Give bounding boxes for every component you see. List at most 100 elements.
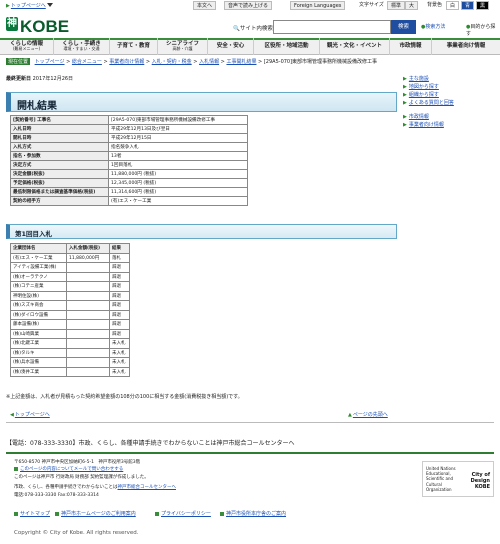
contact-link[interactable]: このページの内容についてメールで問い合わせする <box>14 466 123 472</box>
top-crumb[interactable]: ▶トップページへ <box>6 2 46 9</box>
bid-result: 辞退 <box>109 328 130 339</box>
bid-company: (株)スズキ商会 <box>10 300 67 311</box>
bid-result: 未入札 <box>109 357 130 368</box>
top-page-link[interactable]: トップページへ <box>11 3 46 9</box>
nav-kanko[interactable]: 観光・文化・イベント <box>320 38 390 55</box>
nav-kurashi-tetsuzuki[interactable]: くらし・手続き 環境・すまい・交通 <box>54 38 110 55</box>
purpose-search-link[interactable]: ●目的から探す <box>466 23 500 37</box>
cityhall-guide-link[interactable]: 神戸市役所本庁舎のご案内 <box>220 510 286 517</box>
search-input[interactable] <box>273 20 391 34</box>
bid-amount <box>66 309 110 320</box>
info-key: 入札方式 <box>10 142 109 152</box>
search-button[interactable]: 検索 <box>391 20 416 34</box>
side-item-facilities[interactable]: ▶ 主な施設 <box>403 75 429 82</box>
to-top-link[interactable]: ◀トップページへ <box>10 411 50 418</box>
bid-company: (有)エス・ケー工業 <box>10 252 67 263</box>
bid-result: 辞退 <box>109 309 130 320</box>
usage-guide-link[interactable]: 神戸市ホームページのご利用案内 <box>55 510 136 517</box>
call-center-banner: 【電話：078-333-3330】市政、くらし、各種申請手続きでわからないことは… <box>6 440 295 447</box>
green-arrow-icon: ▶ <box>6 3 10 9</box>
bid-company: (株)湊井工業 <box>10 366 67 377</box>
kobe-mark-icon: 神 <box>6 17 18 31</box>
info-value: 指名競争入札 <box>108 142 248 152</box>
nav-kosodate[interactable]: 子育て・教育 <box>110 38 158 55</box>
arrow-icon: ▶ <box>403 122 407 128</box>
side-item-shisei[interactable]: ▶ 市政情報 <box>403 113 429 120</box>
page-title: 開札結果 <box>17 101 57 112</box>
nav-shisei[interactable]: 市政情報 <box>390 38 432 55</box>
table-row: (株)山崎興業 辞退 <box>10 328 130 339</box>
table-row: (株)湊井工業 未入札 <box>10 366 130 377</box>
table-row: (株)ダイロウ設備 辞退 <box>10 309 130 320</box>
info-row: 入札方式 指名競争入札 <box>10 142 248 152</box>
nav-kuyakusho[interactable]: 区役所・地域活動 <box>254 38 320 55</box>
page-top-link[interactable]: ▲ページの先頭へ <box>348 411 388 418</box>
arrow-icon: ◀ <box>10 412 14 418</box>
current-location-badge: 現在位置 <box>6 58 31 65</box>
nav-senior[interactable]: シニアライフ 高齢・介護 <box>158 38 208 55</box>
sitemap-link[interactable]: サイトマップ <box>14 510 50 517</box>
bid-result: 辞退 <box>109 290 130 301</box>
side-item-faq[interactable]: ▶ よくある質問と回答 <box>403 99 454 106</box>
search-help-link[interactable]: ●検索方法 <box>421 23 445 30</box>
side-item-map[interactable]: ▶ 地図から探す <box>403 83 439 90</box>
bg-white-button[interactable]: 白 <box>446 1 460 10</box>
foreign-languages-button[interactable]: Foreign Languages <box>290 1 346 10</box>
dropdown-arrow-icon[interactable] <box>47 3 53 7</box>
skip-to-content-link[interactable]: 本文へ <box>193 1 217 10</box>
info-value: 13者 <box>108 151 248 161</box>
callcenter-link[interactable]: 神戸市総合コールセンターへ <box>118 485 177 490</box>
bid-header-result: 結果 <box>109 243 130 254</box>
divider <box>6 452 494 454</box>
font-size-label: 文字サイズ <box>356 1 387 10</box>
breadcrumb-link[interactable]: 工事開札結果 <box>226 59 256 65</box>
info-key: 開札日時 <box>10 133 109 143</box>
font-standard-button[interactable]: 標準 <box>387 1 406 10</box>
breadcrumb-link[interactable]: 入札情報 <box>199 59 219 65</box>
info-row: 決定方式 1回目落札 <box>10 160 248 170</box>
kobe-logo[interactable]: 神 KOBE <box>6 17 69 37</box>
table-row: アイティ設備工業(株) 辞退 <box>10 262 130 273</box>
bg-blue-button[interactable]: 青 <box>461 1 475 10</box>
up-arrow-icon: ▲ <box>348 412 352 418</box>
square-icon <box>220 511 224 516</box>
nav-kurashi-info[interactable]: くらしの情報 (難易メニュー) <box>0 38 54 55</box>
side-item-org[interactable]: ▶ 組織から探す <box>403 91 439 98</box>
bid-amount <box>66 366 110 377</box>
font-large-button[interactable]: 大 <box>405 1 419 10</box>
bid-amount <box>66 357 110 368</box>
info-row: 最低制限価格または調査基準価格(税抜) 11,314,600円 (税抜) <box>10 187 248 197</box>
breadcrumb-link[interactable]: 入札・契約・税金 <box>152 59 192 65</box>
info-row: 契約の相手方 (有)エス・ケー工業 <box>10 196 248 206</box>
bid-header-company: 企業団体名 <box>10 243 67 254</box>
nav-anzen[interactable]: 安全・安心 <box>208 38 254 55</box>
round-heading-box: 第1回目入札 <box>6 224 397 239</box>
square-icon <box>14 511 18 516</box>
bid-company: 藤本設備(株) <box>10 319 67 330</box>
bid-result: 未入札 <box>109 338 130 349</box>
info-key: 契約の相手方 <box>10 196 109 206</box>
privacy-link[interactable]: プライバシーポリシー <box>155 510 211 517</box>
bid-amount <box>66 328 110 339</box>
breadcrumb-link[interactable]: 総合メニュー <box>72 59 102 65</box>
address: 〒650-8570 神戸市中央区加納町6-5-1 神戸市役所3号館3階 <box>14 460 141 465</box>
bid-header-amount: 入札金額(税抜) <box>66 243 110 254</box>
audio-read-button[interactable]: 音声で読み上げる <box>224 1 273 10</box>
bg-black-button[interactable]: 黒 <box>476 1 490 10</box>
breadcrumb-link[interactable]: トップページ <box>35 59 65 65</box>
info-value: 1回目落札 <box>108 160 248 170</box>
table-row: (株)タルキ 未入札 <box>10 347 130 358</box>
table-row: (株)兵水設備 未入札 <box>10 357 130 368</box>
side-item-jigyosha[interactable]: ▶ 事業者向け情報 <box>403 121 444 128</box>
bid-company: アイティ設備工業(株) <box>10 262 67 273</box>
bid-amount <box>66 300 110 311</box>
square-icon <box>55 511 59 516</box>
bid-result: 辞退 <box>109 262 130 273</box>
breadcrumb-link[interactable]: 事業者向け情報 <box>109 59 144 65</box>
arrow-icon: ▶ <box>403 76 407 82</box>
round-heading: 第1回目入札 <box>15 230 53 238</box>
tel-fax: 電話:078-333-3330 Fax:078-333-3314 <box>14 493 99 498</box>
bid-amount <box>66 290 110 301</box>
nav-jigyosha[interactable]: 事業者向け情報 <box>432 38 500 55</box>
info-row: 入札日時 平成29年12月13日及び翌日 <box>10 124 248 134</box>
